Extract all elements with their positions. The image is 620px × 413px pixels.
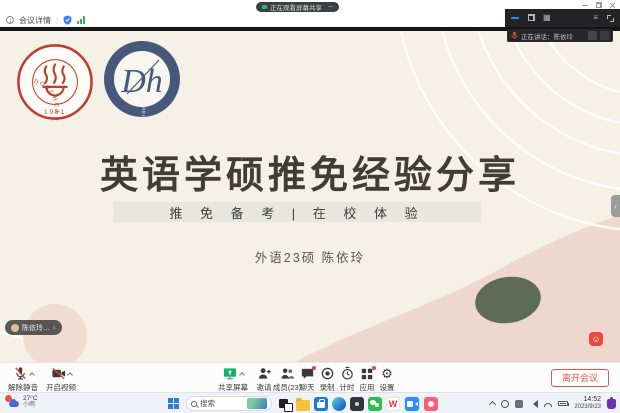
notification-bell-icon[interactable]: [607, 399, 616, 409]
active-speaker-bar: 正在讲话：陈依玲: [507, 29, 613, 42]
taskbar-clock[interactable]: 14:52 2023/9/23: [574, 396, 601, 411]
panel-restore-icon[interactable]: [528, 15, 534, 21]
microsoft-store-icon[interactable]: [314, 397, 328, 411]
reaction-emoji-button[interactable]: ☺: [589, 332, 603, 346]
shield-icon: [63, 15, 72, 25]
start-video-button[interactable]: 开启视频: [42, 366, 80, 393]
member-list-icon[interactable]: ≡: [593, 14, 598, 22]
clock-date: 2023/9/23: [574, 404, 601, 411]
weather-widget[interactable]: 27°C 小雨: [5, 395, 38, 409]
slide-title: 英语学硕推免经验分享: [0, 144, 620, 199]
share-screen-button[interactable]: 共享屏幕: [213, 366, 253, 393]
system-tray: 14:52 2023/9/23: [490, 395, 616, 412]
edge-browser-icon[interactable]: [332, 397, 346, 411]
layout-grid-icon[interactable]: ▦: [543, 14, 551, 22]
shared-screen-slide: DONGHUA UNIVERSITY 1951 COLLEGE OF FOREI…: [0, 31, 620, 362]
wps-office-icon[interactable]: W: [386, 397, 400, 411]
active-speaker-text: 正在讲话：陈依玲: [521, 31, 585, 41]
sharer-avatar: [11, 324, 19, 332]
svg-text:Dh: Dh: [120, 63, 163, 100]
window-controls: [582, 2, 615, 8]
meeting-window: DONGHUA UNIVERSITY 1951 COLLEGE OF FOREI…: [0, 0, 620, 413]
clock-time: 14:52: [583, 396, 601, 404]
participant-avatar: [600, 31, 609, 40]
mic-options-caret[interactable]: [29, 372, 35, 378]
settings-gear-icon: ⚙: [381, 367, 393, 380]
screen-share-banner[interactable]: 正在观看屏幕共享 ─: [256, 2, 339, 12]
divider: |: [56, 16, 58, 25]
participant-avatar: [588, 31, 597, 40]
taskbar-app-icons: W: [278, 396, 438, 412]
speaker-mic-icon: [511, 31, 518, 40]
minimize-icon[interactable]: [582, 5, 588, 6]
network-signal-icon: [77, 16, 85, 24]
chevron-left-icon: ‹: [614, 202, 617, 211]
weather-icon: [5, 395, 19, 408]
start-button[interactable]: [168, 398, 179, 409]
banner-collapse-icon[interactable]: ─: [328, 4, 333, 11]
active-app-highlight: [404, 396, 420, 412]
slide-author: 外语23硕 陈依玲: [0, 247, 620, 266]
network-wifi-icon[interactable]: [544, 403, 552, 407]
panel-header: ▦ ≡: [505, 9, 620, 27]
taskbar-search[interactable]: 搜索: [186, 396, 272, 411]
battery-icon[interactable]: [558, 401, 568, 406]
meeting-details-link[interactable]: 会议详情: [19, 15, 51, 26]
restore-icon[interactable]: [596, 3, 601, 8]
collapse-left-icon: ‹: [53, 324, 56, 332]
fullscreen-icon[interactable]: [607, 15, 614, 22]
windows-taskbar: 27°C 小雨 搜索 W: [0, 392, 620, 413]
file-explorer-icon[interactable]: [296, 400, 310, 411]
svg-text:1951: 1951: [44, 109, 66, 116]
search-icon: [191, 401, 197, 407]
app-icon-pink[interactable]: [424, 397, 438, 411]
leave-meeting-button[interactable]: 离开会议: [551, 369, 609, 387]
search-placeholder: 搜索: [200, 398, 244, 409]
screen-share-banner-text: 正在观看屏幕共享: [270, 2, 322, 12]
tray-icon-1[interactable]: [501, 400, 509, 408]
slide-subtitle: 推 免 备 考 | 在 校 体 验: [169, 203, 424, 222]
windows-logo-icon: [168, 398, 173, 403]
foreign-languages-college-logo: COLLEGE OF FOREIGN LANGUAGES · DONGHUA U…: [102, 39, 182, 119]
tray-expand-caret[interactable]: [489, 401, 496, 408]
mic-muted-icon: [13, 366, 28, 381]
smiley-icon: ☺: [591, 334, 600, 344]
app-icon-dark[interactable]: [350, 397, 364, 411]
sharer-name: 陈依玲…: [22, 323, 50, 333]
sharer-name-pill[interactable]: 陈依玲… ‹: [5, 320, 62, 335]
screen-share-icon: [262, 5, 267, 9]
close-icon[interactable]: [609, 2, 615, 8]
camera-off-icon: [51, 366, 66, 381]
share-screen-icon: [222, 366, 238, 381]
tray-icon-2[interactable]: [515, 400, 523, 408]
donghua-university-seal-logo: DONGHUA UNIVERSITY 1951: [16, 43, 94, 121]
weather-desc: 小雨: [23, 402, 38, 409]
unmute-button[interactable]: 解除静音: [4, 366, 42, 393]
search-highlight-image[interactable]: [247, 398, 267, 409]
tencent-meeting-icon[interactable]: [405, 397, 419, 411]
video-options-caret[interactable]: [67, 372, 73, 378]
slide-subtitle-band: 推 免 备 考 | 在 校 体 验: [113, 202, 481, 222]
panel-minimize-icon[interactable]: [511, 17, 519, 19]
meeting-toolbar: 解除静音 开启视频: [0, 362, 620, 392]
share-options-caret[interactable]: [239, 372, 245, 378]
info-icon[interactable]: [6, 16, 14, 24]
task-view-icon[interactable]: [278, 397, 292, 411]
wechat-icon[interactable]: [368, 397, 382, 411]
volume-icon[interactable]: [529, 400, 538, 408]
settings-button[interactable]: ⚙ 设置: [373, 366, 401, 393]
panel-collapse-tab[interactable]: ‹: [611, 195, 620, 217]
